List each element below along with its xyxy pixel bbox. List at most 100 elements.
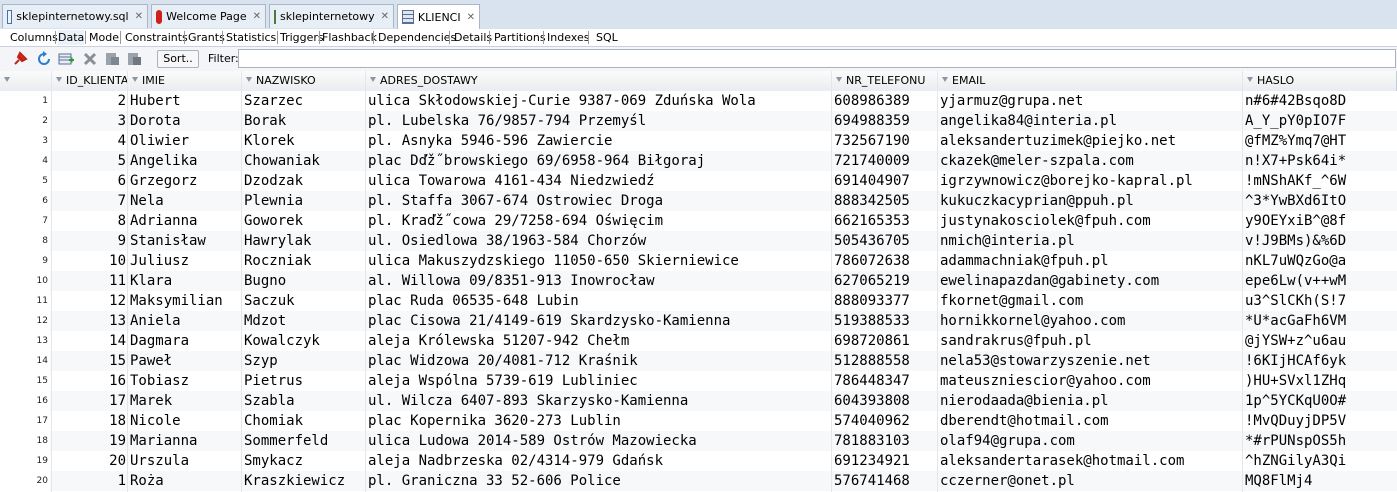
column-header-id-klienta[interactable]: ID_KLIENTA — [52, 71, 128, 91]
cell-adres-dostawy[interactable]: pl. Graniczna 33 52-606 Police — [366, 471, 832, 491]
cell-haslo[interactable]: 1p^5YCKqU0O# — [1243, 391, 1397, 411]
cell-imie[interactable]: Grzegorz — [128, 171, 242, 191]
commit-icon[interactable] — [104, 51, 120, 67]
cell-imie[interactable]: Angelika — [128, 151, 242, 171]
table-row[interactable]: 13 14 Dagmara Kowalczyk aleja Królewska 5120… — [0, 331, 1397, 351]
cell-adres-dostawy[interactable]: ulica Towarowa 4161-434 Niedzwiedź — [366, 171, 832, 191]
insert-row-icon[interactable] — [58, 51, 74, 67]
cell-imie[interactable]: Hubert — [128, 91, 242, 111]
table-row[interactable]: 1 2 Hubert Szarzec ulica Skłodowskiej-Curie … — [0, 91, 1397, 111]
table-row[interactable]: 18 19 Marianna Sommerfeld ulica Ludowa 2014-… — [0, 431, 1397, 451]
cell-nr-telefonu[interactable]: 698720861 — [832, 331, 938, 351]
cell-haslo[interactable]: A_Y_pY0pIO7F — [1243, 111, 1397, 131]
cell-nr-telefonu[interactable]: 786072638 — [832, 251, 938, 271]
subtab-statistics[interactable]: Statistics — [226, 30, 276, 45]
cell-nr-telefonu[interactable]: 888093377 — [832, 291, 938, 311]
cell-adres-dostawy[interactable]: ul. Wilcza 6407-893 Skarzysko-Kamienna — [366, 391, 832, 411]
subtab-details[interactable]: Details — [454, 30, 492, 45]
table-row[interactable]: 4 5 Angelika Chowaniak plac Dďž˝browskiego 6… — [0, 151, 1397, 171]
column-header-nazwisko[interactable]: NAZWISKO — [242, 71, 366, 91]
cell-id-klienta[interactable]: 7 — [52, 191, 128, 211]
cell-haslo[interactable]: @jYSW+z^u6au — [1243, 331, 1397, 351]
table-row[interactable]: 12 13 Aniela Mdzot plac Cisowa 21/4149-619 S… — [0, 311, 1397, 331]
cell-nazwisko[interactable]: Szarzec — [242, 91, 366, 111]
cell-imie[interactable]: Maksymilian — [128, 291, 242, 311]
cell-adres-dostawy[interactable]: plac Cisowa 21/4149-619 Skardzysko-Kamie… — [366, 311, 832, 331]
table-row[interactable]: 17 18 Nicole Chomiak plac Kopernika 3620-273… — [0, 411, 1397, 431]
cell-adres-dostawy[interactable]: plac Dďž˝browskiego 69/6958-964 Biłgoraj — [366, 151, 832, 171]
table-row[interactable]: 20 1 Roża Kraszkiewicz pl. Graniczna 33 52-6… — [0, 471, 1397, 491]
table-row[interactable]: 11 12 Maksymilian Saczuk plac Ruda 06535-648… — [0, 291, 1397, 311]
cell-haslo[interactable]: v!J9BMs)&%6D — [1243, 231, 1397, 251]
cell-nazwisko[interactable]: Pietrus — [242, 371, 366, 391]
cell-haslo[interactable]: )HU+SVxl1ZHq — [1243, 371, 1397, 391]
cell-haslo[interactable]: nKL7uWQzGo@a — [1243, 251, 1397, 271]
cell-nr-telefonu[interactable]: 721740009 — [832, 151, 938, 171]
column-header-adres-dostawy[interactable]: ADRES_DOSTAWY — [366, 71, 832, 91]
cell-haslo[interactable]: n!X7+Psk64i* — [1243, 151, 1397, 171]
cell-id-klienta[interactable]: 3 — [52, 111, 128, 131]
cell-email[interactable]: mateuszniescior@yahoo.com — [938, 371, 1243, 391]
cell-id-klienta[interactable]: 8 — [52, 211, 128, 231]
cell-id-klienta[interactable]: 1 — [52, 471, 128, 491]
column-header-email[interactable]: EMAIL — [938, 71, 1243, 91]
cell-imie[interactable]: Marianna — [128, 431, 242, 451]
cell-haslo[interactable]: MQ8FlMj4 — [1243, 471, 1397, 491]
cell-id-klienta[interactable]: 15 — [52, 351, 128, 371]
cell-nazwisko[interactable]: Kowalczyk — [242, 331, 366, 351]
cell-id-klienta[interactable]: 10 — [52, 251, 128, 271]
cell-nazwisko[interactable]: Kraszkiewicz — [242, 471, 366, 491]
cell-id-klienta[interactable]: 13 — [52, 311, 128, 331]
cell-adres-dostawy[interactable]: ulica Skłodowskiej-Curie 9387-069 Zduńsk… — [366, 91, 832, 111]
cell-nazwisko[interactable]: Sommerfeld — [242, 431, 366, 451]
table-row[interactable]: 15 16 Tobiasz Pietrus aleja Wspólna 5739-619… — [0, 371, 1397, 391]
cell-adres-dostawy[interactable]: al. Willowa 09/8351-913 Inowrocław — [366, 271, 832, 291]
close-icon[interactable]: ✕ — [467, 12, 475, 23]
subtab-columns[interactable]: Columns — [10, 30, 58, 45]
cell-email[interactable]: ckazek@meler-szpala.com — [938, 151, 1243, 171]
cell-email[interactable]: kukuczkacyprian@ppuh.pl — [938, 191, 1243, 211]
cell-haslo[interactable]: epe6Lw(v++wM — [1243, 271, 1397, 291]
column-header-imie[interactable]: IMIE — [128, 71, 242, 91]
subtab-grants[interactable]: Grants — [188, 30, 225, 45]
table-row[interactable]: 9 10 Juliusz Roczniak ulica Makuszydzskiego … — [0, 251, 1397, 271]
cell-nr-telefonu[interactable]: 505436705 — [832, 231, 938, 251]
cell-imie[interactable]: Oliwier — [128, 131, 242, 151]
cell-id-klienta[interactable]: 2 — [52, 91, 128, 111]
cell-haslo[interactable]: *U*acGaFh6VM — [1243, 311, 1397, 331]
tab-klienci[interactable]: KLIENCI ✕ — [397, 4, 480, 29]
cell-imie[interactable]: Tobiasz — [128, 371, 242, 391]
cell-imie[interactable]: Adrianna — [128, 211, 242, 231]
table-row[interactable]: 10 11 Klara Bugno al. Willowa 09/8351-913 In… — [0, 271, 1397, 291]
cell-id-klienta[interactable]: 19 — [52, 431, 128, 451]
cell-imie[interactable]: Juliusz — [128, 251, 242, 271]
cell-id-klienta[interactable]: 9 — [52, 231, 128, 251]
cell-email[interactable]: adammachniak@fpuh.pl — [938, 251, 1243, 271]
cell-nazwisko[interactable]: Mdzot — [242, 311, 366, 331]
cell-email[interactable]: fkornet@gmail.com — [938, 291, 1243, 311]
cell-adres-dostawy[interactable]: pl. Kraďž˝cowa 29/7258-694 Oświęcim — [366, 211, 832, 231]
cell-email[interactable]: hornikkornel@yahoo.com — [938, 311, 1243, 331]
cell-nazwisko[interactable]: Chowaniak — [242, 151, 366, 171]
cell-imie[interactable]: Marek — [128, 391, 242, 411]
cell-haslo[interactable]: !MvQDuyjDP5V — [1243, 411, 1397, 431]
pin-icon[interactable] — [12, 51, 28, 67]
cell-nr-telefonu[interactable]: 576741468 — [832, 471, 938, 491]
cell-nazwisko[interactable]: Szabla — [242, 391, 366, 411]
table-row[interactable]: 19 20 Urszula Smykacz aleja Nadbrzeska 02/43… — [0, 451, 1397, 471]
cell-nr-telefonu[interactable]: 691234921 — [832, 451, 938, 471]
cell-imie[interactable]: Dorota — [128, 111, 242, 131]
cell-adres-dostawy[interactable]: pl. Asnyka 5946-596 Zawiercie — [366, 131, 832, 151]
cell-id-klienta[interactable]: 5 — [52, 151, 128, 171]
cell-email[interactable]: angelika84@interia.pl — [938, 111, 1243, 131]
cell-haslo[interactable]: n#6#42Bsqo8D — [1243, 91, 1397, 111]
cell-nr-telefonu[interactable]: 604393808 — [832, 391, 938, 411]
cell-id-klienta[interactable]: 12 — [52, 291, 128, 311]
cell-nr-telefonu[interactable]: 519388533 — [832, 311, 938, 331]
cell-adres-dostawy[interactable]: plac Kopernika 3620-273 Lublin — [366, 411, 832, 431]
cell-email[interactable]: olaf94@grupa.com — [938, 431, 1243, 451]
refresh-icon[interactable] — [36, 51, 52, 67]
cell-id-klienta[interactable]: 20 — [52, 451, 128, 471]
subtab-triggers[interactable]: Triggers — [280, 30, 324, 45]
table-row[interactable]: 5 6 Grzegorz Dzodzak ulica Towarowa 4161-434… — [0, 171, 1397, 191]
